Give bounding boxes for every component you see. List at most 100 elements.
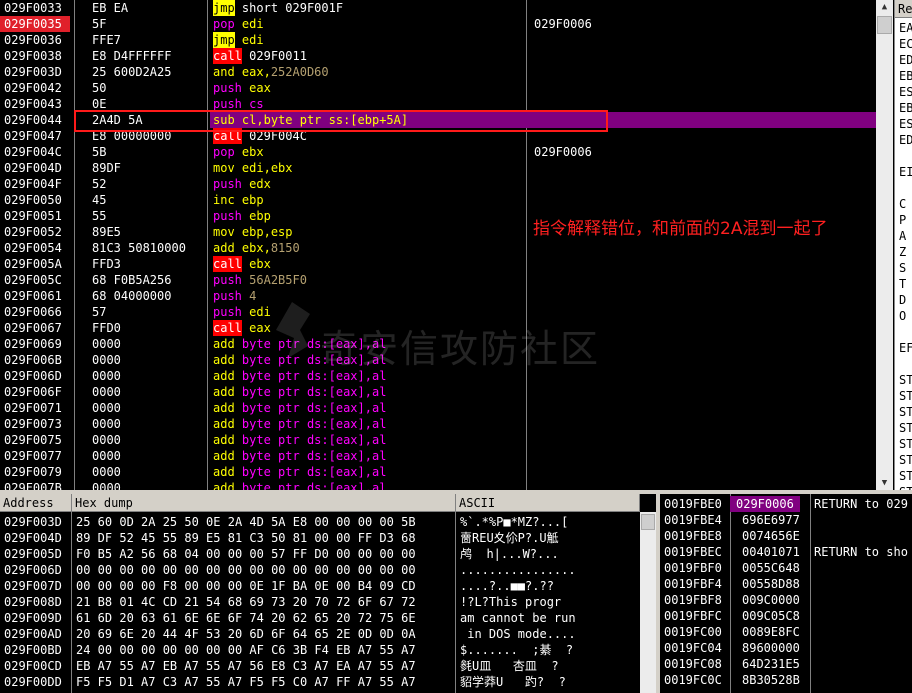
register-label[interactable]: EC: [899, 36, 912, 52]
disasm-row[interactable]: 029F0071 0000 add byte ptr ds:[eax],al: [0, 400, 876, 416]
dump-row[interactable]: 029F006D 00 00 00 00 00 00 00 00 00 00 00…: [0, 562, 640, 578]
stack-value[interactable]: 0074656E: [742, 528, 800, 544]
register-label[interactable]: ES: [899, 116, 912, 132]
dump-address[interactable]: 029F007D: [4, 578, 62, 594]
register-label[interactable]: ST: [899, 436, 912, 452]
dump-hex-bytes[interactable]: 24 00 00 00 00 00 00 00 AF C6 3B F4 EB A…: [76, 642, 416, 658]
disasm-row[interactable]: 029F0042 50 push eax: [0, 80, 876, 96]
stack-row[interactable]: 0019FC04 89600000: [660, 640, 912, 656]
stack-row[interactable]: 0019FBFC 009C05C8: [660, 608, 912, 624]
stack-value[interactable]: 696E6977: [742, 512, 800, 528]
register-label[interactable]: EB: [899, 68, 912, 84]
register-label[interactable]: EF: [899, 340, 912, 356]
disassembly-scrollbar[interactable]: ▲ ▼: [876, 0, 893, 490]
dump-row[interactable]: 029F003D 25 60 0D 2A 25 50 0E 2A 4D 5A E8…: [0, 514, 640, 530]
scroll-thumb[interactable]: [641, 514, 655, 530]
stack-address[interactable]: 0019FC08: [664, 656, 722, 672]
stack-address[interactable]: 0019FBE8: [664, 528, 722, 544]
register-label[interactable]: O: [899, 308, 906, 324]
register-label[interactable]: EA: [899, 20, 912, 36]
dump-hex-bytes[interactable]: 21 B8 01 4C CD 21 54 68 69 73 20 70 72 6…: [76, 594, 416, 610]
dump-hex-bytes[interactable]: 00 00 00 00 F8 00 00 00 0E 1F BA 0E 00 B…: [76, 578, 416, 594]
instruction-text[interactable]: add ebx,8150: [210, 240, 526, 256]
instruction-address[interactable]: 029F006F: [0, 384, 70, 400]
dump-row[interactable]: 029F004D 89 DF 52 45 55 89 E5 81 C3 50 81…: [0, 530, 640, 546]
instruction-text[interactable]: add byte ptr ds:[eax],al: [210, 432, 526, 448]
instruction-address[interactable]: 029F0067: [0, 320, 70, 336]
scroll-up-icon[interactable]: ▲: [876, 0, 893, 14]
dump-row[interactable]: 029F005D F0 B5 A2 56 68 04 00 00 00 57 FF…: [0, 546, 640, 562]
instruction-address[interactable]: 029F007B: [0, 480, 70, 490]
stack-value[interactable]: 8B30528B: [742, 672, 800, 688]
stack-pane[interactable]: 0019FBE0 029F0006 RETURN to 029 0019FBE4 696…: [660, 494, 912, 693]
disasm-row[interactable]: 029F0079 0000 add byte ptr ds:[eax],al: [0, 464, 876, 480]
instruction-address[interactable]: 029F005A: [0, 256, 70, 272]
register-label[interactable]: ST: [899, 452, 912, 468]
disasm-row[interactable]: 029F0035 5F pop edi 029F0006: [0, 16, 876, 32]
dump-address[interactable]: 029F004D: [4, 530, 62, 546]
register-label[interactable]: ST: [899, 372, 912, 388]
stack-address[interactable]: 0019FC0C: [664, 672, 722, 688]
instruction-address[interactable]: 029F0061: [0, 288, 70, 304]
instruction-text[interactable]: add byte ptr ds:[eax],al: [210, 464, 526, 480]
stack-address[interactable]: 0019FBF0: [664, 560, 722, 576]
dump-row[interactable]: 029F008D 21 B8 01 4C CD 21 54 68 69 73 20…: [0, 594, 640, 610]
disasm-row[interactable]: 029F005C 68 F0B5A256 push 56A2B5F0: [0, 272, 876, 288]
register-label[interactable]: P: [899, 212, 906, 228]
stack-address[interactable]: 0019FBEC: [664, 544, 722, 560]
instruction-address[interactable]: 029F0043: [0, 96, 70, 112]
instruction-address[interactable]: 029F0038: [0, 48, 70, 64]
registers-pane[interactable]: Re EAECEDEBESEBESEDEICPAZSTDOEFSTSTSTSTS…: [894, 0, 912, 490]
disasm-row[interactable]: 029F0033 EB EA jmp short 029F001F: [0, 0, 876, 16]
dump-hex-bytes[interactable]: EB A7 55 A7 EB A7 55 A7 56 E8 C3 A7 EA A…: [76, 658, 416, 674]
instruction-address[interactable]: 029F004D: [0, 160, 70, 176]
stack-value[interactable]: 0089E8FC: [742, 624, 800, 640]
register-label[interactable]: ST: [899, 468, 912, 484]
instruction-text[interactable]: push ebp: [210, 208, 526, 224]
stack-value[interactable]: 00401071: [742, 544, 800, 560]
dump-address[interactable]: 029F00BD: [4, 642, 62, 658]
stack-address[interactable]: 0019FBF4: [664, 576, 722, 592]
dump-ascii[interactable]: am cannot be run: [460, 610, 576, 626]
register-label[interactable]: A: [899, 228, 906, 244]
register-label[interactable]: ST: [899, 420, 912, 436]
disasm-row[interactable]: 029F004F 52 push edx: [0, 176, 876, 192]
dump-address[interactable]: 029F00AD: [4, 626, 62, 642]
instruction-address[interactable]: 029F0044: [0, 112, 70, 128]
dump-hex-bytes[interactable]: 89 DF 52 45 55 89 E5 81 C3 50 81 00 00 F…: [76, 530, 416, 546]
instruction-address[interactable]: 029F0069: [0, 336, 70, 352]
stack-row[interactable]: 0019FBF0 0055C648: [660, 560, 912, 576]
instruction-address[interactable]: 029F0035: [0, 16, 70, 32]
stack-value[interactable]: 89600000: [742, 640, 800, 656]
instruction-address[interactable]: 029F005C: [0, 272, 70, 288]
stack-row[interactable]: 0019FBEC 00401071 RETURN to sho: [660, 544, 912, 560]
dump-ascii[interactable]: 鸬 h|...W?...: [460, 546, 559, 562]
stack-address[interactable]: 0019FBE0: [664, 496, 722, 512]
dump-row[interactable]: 029F00BD 24 00 00 00 00 00 00 00 AF C6 3B…: [0, 642, 640, 658]
instruction-text[interactable]: and eax,252A0D60: [210, 64, 526, 80]
register-label[interactable]: ED: [899, 52, 912, 68]
stack-value[interactable]: 64D231E5: [742, 656, 800, 672]
instruction-text[interactable]: pop ebx: [210, 144, 526, 160]
disasm-row[interactable]: 029F0077 0000 add byte ptr ds:[eax],al: [0, 448, 876, 464]
register-label[interactable]: Z: [899, 244, 906, 260]
register-label[interactable]: C: [899, 196, 906, 212]
instruction-text[interactable]: mov ebp,esp: [210, 224, 526, 240]
instruction-text[interactable]: mov edi,ebx: [210, 160, 526, 176]
dump-hex-bytes[interactable]: F5 F5 D1 A7 C3 A7 55 A7 F5 F5 C0 A7 FF A…: [76, 674, 416, 690]
stack-row[interactable]: 0019FC0C 8B30528B: [660, 672, 912, 688]
instruction-text[interactable]: jmp short 029F001F: [210, 0, 526, 16]
dump-hex-bytes[interactable]: 25 60 0D 2A 25 50 0E 2A 4D 5A E8 00 00 0…: [76, 514, 416, 530]
dump-ascii[interactable]: 毵U皿 杏皿 ?: [460, 658, 559, 674]
dump-ascii[interactable]: in DOS mode....: [460, 626, 575, 642]
stack-address[interactable]: 0019FC04: [664, 640, 722, 656]
instruction-address[interactable]: 029F0033: [0, 0, 70, 16]
scroll-thumb[interactable]: [877, 16, 892, 34]
instruction-text[interactable]: push edx: [210, 176, 526, 192]
dump-row[interactable]: 029F009D 61 6D 20 63 61 6E 6E 6F 74 20 62…: [0, 610, 640, 626]
instruction-address[interactable]: 029F0066: [0, 304, 70, 320]
instruction-text[interactable]: push 4: [210, 288, 526, 304]
dump-address[interactable]: 029F005D: [4, 546, 62, 562]
disasm-row[interactable]: 029F007B 0000 add byte ptr ds:[eax],al: [0, 480, 876, 490]
dump-address[interactable]: 029F003D: [4, 514, 62, 530]
